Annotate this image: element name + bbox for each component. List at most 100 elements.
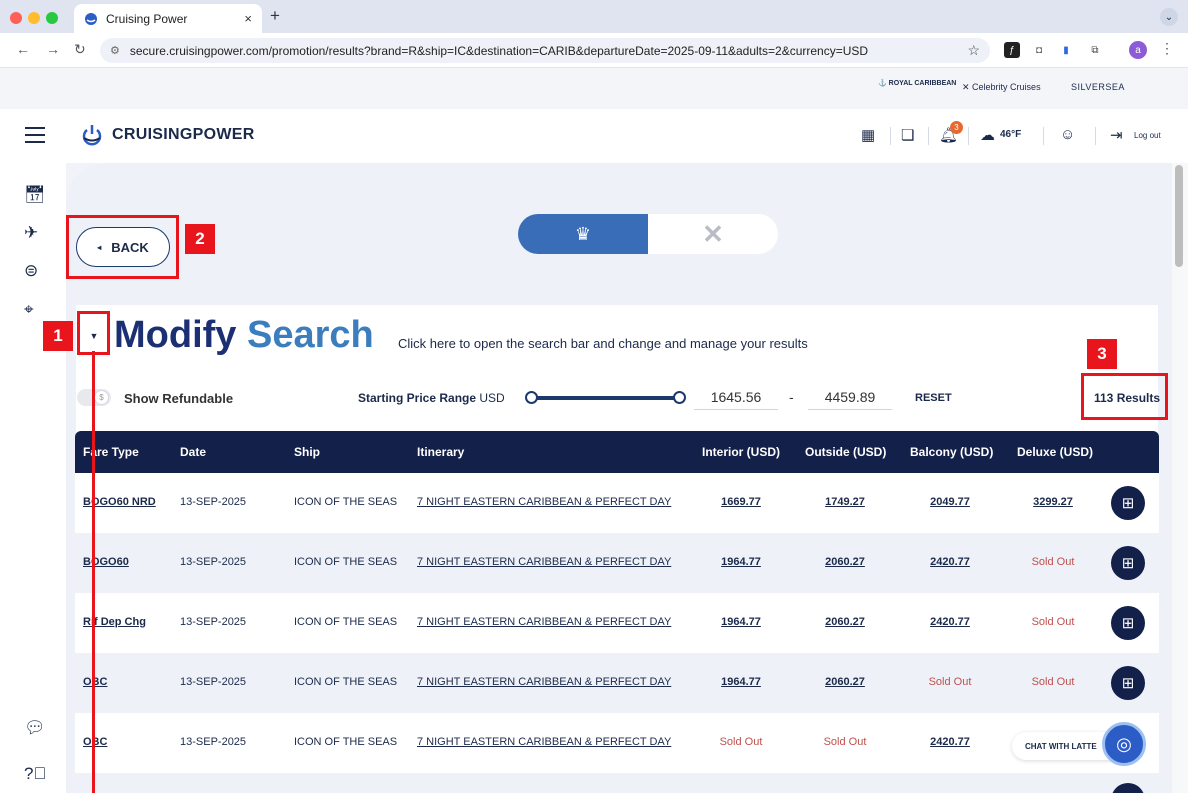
col-deluxe[interactable]: Deluxe (USD) [1017, 445, 1093, 459]
browser-tab[interactable]: Cruising Power × [74, 4, 262, 33]
royal-caribbean-logo[interactable]: ⚓ ROYAL CARIBBEAN [878, 80, 956, 88]
camera-extension-icon[interactable]: ◘ [1031, 42, 1047, 58]
refundable-toggle-knob[interactable]: $ [94, 390, 109, 405]
royal-caribbean-toggle[interactable]: ♛ [518, 214, 648, 254]
sail-date: 13-SEP-2025 [180, 616, 247, 628]
outside-price[interactable]: 2060.27 [805, 676, 885, 688]
fare-type-link[interactable]: BOGO60 [83, 556, 129, 568]
reload-icon[interactable]: ↻ [74, 41, 86, 58]
site-settings-icon[interactable]: ⚙ [110, 44, 120, 57]
add-to-calendar-button[interactable]: ⊞ [1111, 486, 1145, 520]
celebrity-cruises-logo[interactable]: ✕ Celebrity Cruises [962, 82, 1041, 93]
interior-price[interactable]: 1964.77 [701, 556, 781, 568]
col-interior[interactable]: Interior (USD) [702, 445, 780, 459]
sail-date: 13-SEP-2025 [180, 496, 247, 508]
bookmark-star-icon[interactable]: ☆ [967, 42, 980, 59]
table-row: OBC 13-SEP-2025 ICON OF THE SEAS 7 NIGHT… [75, 653, 1159, 713]
logout-link[interactable]: Log out [1134, 131, 1161, 140]
itinerary-link[interactable]: 7 NIGHT EASTERN CARIBBEAN & PERFECT DAY [417, 616, 671, 628]
interior-price[interactable]: 1669.77 [701, 496, 781, 508]
new-tab-button[interactable]: + [270, 6, 280, 26]
price-slider-max-handle[interactable] [673, 391, 686, 404]
brand-toggle[interactable]: ♛ ✕ [518, 214, 778, 254]
itinerary-link[interactable]: 7 NIGHT EASTERN CARIBBEAN & PERFECT DAY [417, 676, 671, 688]
tab-search-button[interactable]: ⌄ [1160, 8, 1178, 26]
balcony-price[interactable]: 2420.77 [910, 556, 990, 568]
window-zoom-button[interactable] [46, 12, 58, 24]
price-slider-min-handle[interactable] [525, 391, 538, 404]
annotation-box-2 [66, 215, 179, 279]
silversea-logo[interactable]: SILVERSEA [1071, 82, 1125, 92]
forward-arrow-icon[interactable]: → [46, 41, 60, 57]
deluxe-price[interactable]: 3299.27 [1013, 496, 1093, 508]
celebrity-x-icon: ✕ [702, 218, 724, 249]
outside-price[interactable]: 1749.27 [805, 496, 885, 508]
back-arrow-icon[interactable]: ← [16, 41, 30, 57]
notification-badge: 3 [950, 121, 963, 134]
sail-date: 13-SEP-2025 [180, 676, 247, 688]
add-to-calendar-button[interactable]: ⊞ [1111, 666, 1145, 700]
col-itinerary[interactable]: Itinerary [417, 445, 464, 459]
ship-name: ICON OF THE SEAS [294, 556, 398, 568]
fare-type-link[interactable]: OBC [83, 736, 107, 748]
airplane-icon[interactable]: ✈ [24, 223, 38, 243]
table-row: OBC 13-SEP-2025 ICON OF THE SEAS 7 NIGHT… [75, 713, 1159, 773]
chat-icon[interactable]: ❏ [901, 126, 914, 144]
cruisingpower-logo[interactable]: CRUISINGPOWER [80, 123, 255, 147]
reset-button[interactable]: RESET [915, 392, 952, 404]
outside-price[interactable]: 2060.27 [805, 556, 885, 568]
price-min-input[interactable]: 1645.56 [694, 386, 778, 410]
cruise-globe-icon[interactable]: ⊜ [24, 261, 38, 281]
add-to-calendar-button[interactable]: ⊞ [1111, 546, 1145, 580]
apps-grid-icon[interactable]: ▦ [861, 126, 875, 144]
window-minimize-button[interactable] [28, 12, 40, 24]
calendar-plus-icon: ⊞ [1121, 615, 1135, 632]
hamburger-menu-icon[interactable] [25, 127, 45, 148]
balcony-price[interactable]: 2049.77 [910, 496, 990, 508]
calendar-plus-icon: ⊞ [1121, 555, 1135, 572]
sail-date: 13-SEP-2025 [180, 556, 247, 568]
location-pin-icon[interactable]: ⌖ [24, 300, 34, 320]
col-outside[interactable]: Outside (USD) [805, 445, 886, 459]
logout-icon[interactable]: ⇥ [1110, 126, 1123, 144]
add-to-calendar-button[interactable]: ⊞ [1111, 606, 1145, 640]
interior-price[interactable]: 1964.77 [701, 616, 781, 628]
extension-icon[interactable]: ƒ [1004, 42, 1020, 58]
outside-price[interactable]: 2060.27 [805, 616, 885, 628]
balcony-price[interactable]: 2420.77 [910, 616, 990, 628]
user-profile-icon[interactable]: ☺ [1060, 126, 1075, 143]
ship-name: ICON OF THE SEAS [294, 736, 398, 748]
browser-menu-icon[interactable]: ⋮ [1160, 40, 1174, 57]
extensions-puzzle-icon[interactable]: ⧉ [1087, 42, 1103, 58]
price-range-slider[interactable] [531, 396, 681, 400]
annotation-number-3: 3 [1087, 339, 1117, 369]
price-range-currency: USD [479, 391, 505, 405]
col-ship[interactable]: Ship [294, 445, 320, 459]
help-icon[interactable]: ?⃝ [24, 764, 46, 784]
docs-extension-icon[interactable]: ▮ [1058, 42, 1074, 58]
interior-price[interactable]: 1964.77 [701, 676, 781, 688]
site-header: CRUISINGPOWER ▦ ❏ 🔔︎ 3 ☁ 46°F ☺ ⇥ Log ou… [0, 109, 1188, 163]
modify-search-title[interactable]: Modify Search [114, 314, 374, 357]
scrollbar-thumb[interactable] [1175, 165, 1183, 267]
profile-avatar[interactable]: a [1129, 41, 1147, 59]
support-chat-icon[interactable]: 💬︎ [24, 718, 46, 738]
calendar-add-icon[interactable]: 📅︎ [24, 185, 46, 205]
celebrity-toggle[interactable]: ✕ [648, 214, 778, 254]
price-max-input[interactable]: 4459.89 [808, 386, 892, 410]
chat-assistant-icon[interactable]: ◎ [1102, 722, 1146, 766]
itinerary-link[interactable]: 7 NIGHT EASTERN CARIBBEAN & PERFECT DAY [417, 736, 671, 748]
itinerary-link[interactable]: 7 NIGHT EASTERN CARIBBEAN & PERFECT DAY [417, 496, 671, 508]
interior-sold-out: Sold Out [719, 736, 763, 748]
balcony-price[interactable]: 2420.77 [910, 736, 990, 748]
itinerary-link[interactable]: 7 NIGHT EASTERN CARIBBEAN & PERFECT DAY [417, 556, 671, 568]
address-bar[interactable]: ⚙ secure.cruisingpower.com/promotion/res… [100, 38, 990, 63]
browser-toolbar: ← → ↻ ⚙ secure.cruisingpower.com/promoti… [0, 33, 1188, 68]
tab-close-icon[interactable]: × [244, 11, 252, 26]
fare-type-link[interactable]: OBC [83, 676, 107, 688]
calendar-plus-icon: ⊞ [1121, 495, 1135, 512]
window-close-button[interactable] [10, 12, 22, 24]
col-balcony[interactable]: Balcony (USD) [910, 445, 993, 459]
modify-search-hint[interactable]: Click here to open the search bar and ch… [398, 336, 808, 351]
col-date[interactable]: Date [180, 445, 206, 459]
